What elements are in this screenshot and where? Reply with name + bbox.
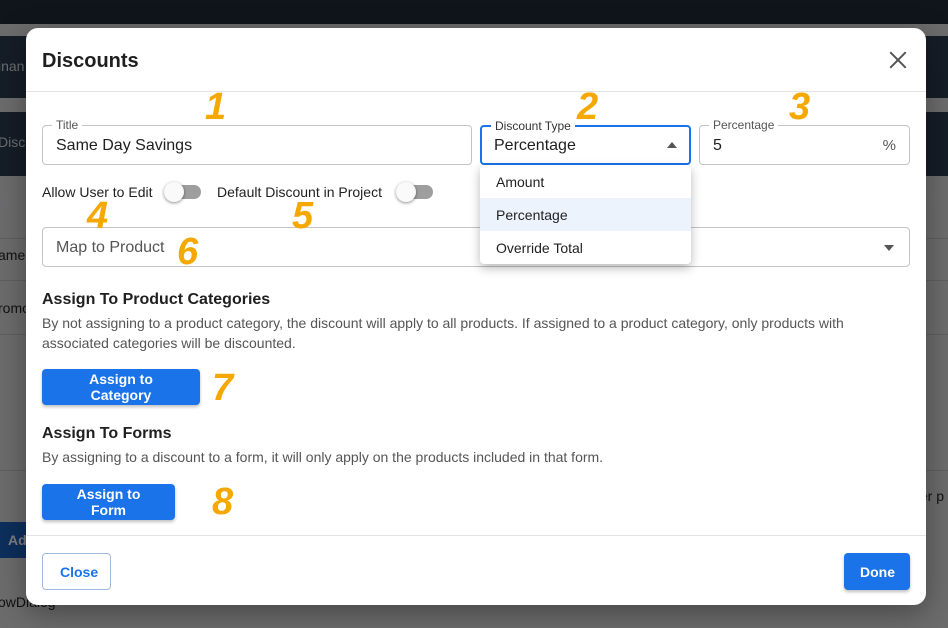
percent-suffix: %	[882, 137, 896, 154]
annotation-8: 8	[212, 481, 234, 523]
dialog-title: Discounts	[42, 50, 139, 72]
annotation-5: 5	[292, 195, 314, 237]
dialog-footer: Close Done	[26, 535, 926, 605]
annotation-7: 7	[212, 367, 234, 409]
annotation-6: 6	[177, 231, 199, 273]
chevron-down-icon	[884, 245, 894, 251]
percentage-field-value: 5	[713, 137, 722, 154]
percentage-field-label: Percentage	[709, 118, 779, 132]
assign-to-form-button[interactable]: Assign to Form	[42, 484, 175, 520]
map-to-product-select[interactable]: Map to Product	[42, 227, 910, 267]
caret-up-icon	[667, 142, 677, 148]
categories-section-description: By not assigning to a product category, …	[42, 315, 844, 351]
title-field-label: Title	[52, 118, 83, 132]
annotation-3: 3	[789, 86, 811, 128]
discount-type-label: Discount Type	[491, 119, 575, 133]
annotation-1: 1	[205, 86, 227, 128]
default-discount-toggle[interactable]	[396, 182, 433, 202]
dialog-header: Discounts	[26, 28, 926, 92]
annotation-2: 2	[577, 86, 599, 128]
title-field-value: Same Day Savings	[56, 137, 193, 154]
allow-user-edit-toggle[interactable]	[164, 182, 201, 202]
close-icon[interactable]	[888, 50, 908, 70]
menu-item-percentage[interactable]: Percentage	[480, 198, 691, 231]
discount-type-value: Percentage	[494, 137, 576, 154]
map-to-product-placeholder: Map to Product	[56, 239, 165, 256]
menu-item-override-total[interactable]: Override Total	[480, 231, 691, 264]
toggle-knob	[164, 182, 184, 202]
percentage-field[interactable]: Percentage 5 %	[699, 118, 910, 165]
menu-item-amount[interactable]: Amount	[480, 165, 691, 198]
discount-type-menu: Amount Percentage Override Total	[480, 165, 691, 264]
done-button[interactable]: Done	[844, 553, 910, 590]
toggle-knob	[396, 182, 416, 202]
categories-section-title: Assign To Product Categories	[42, 291, 271, 308]
title-field[interactable]: Title Same Day Savings	[42, 118, 472, 165]
forms-section-title: Assign To Forms	[42, 425, 172, 442]
annotation-4: 4	[87, 195, 109, 237]
forms-section-description: By assigning to a discount to a form, it…	[42, 449, 604, 465]
close-button[interactable]: Close	[42, 553, 111, 590]
discount-type-select[interactable]: Discount Type Percentage	[480, 119, 691, 165]
assign-to-category-button[interactable]: Assign to Category	[42, 369, 200, 405]
